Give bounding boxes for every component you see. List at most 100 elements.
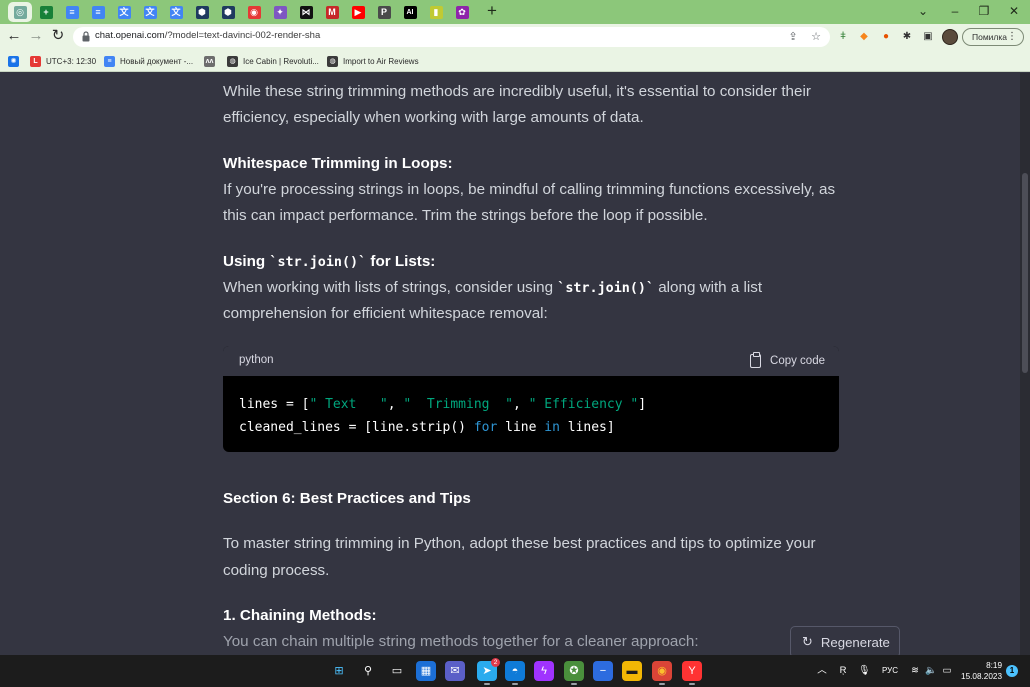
file-explorer-button[interactable]: ▬ xyxy=(622,661,642,681)
l-icon: L xyxy=(30,55,41,67)
bookmark-item[interactable]: L UTC+3: 12:30 xyxy=(30,54,96,68)
heading-whitespace-loops: Whitespace Trimming in Loops: xyxy=(223,155,453,172)
scrollbar[interactable] xyxy=(1020,73,1030,655)
browser-toolbar: ← → ↻ chat.openai.com/?model=text-davinc… xyxy=(0,24,1030,50)
menu-dots-icon[interactable]: ⋮ xyxy=(1007,29,1017,45)
dropper-icon[interactable]: ǂ xyxy=(836,30,850,44)
shield-icon: ⬢ xyxy=(221,5,235,19)
bookmark-icon-only[interactable]: ᴧᴧ xyxy=(204,54,220,68)
minus-app-button[interactable]: − xyxy=(593,661,613,681)
new-tab-button[interactable]: + xyxy=(484,2,500,19)
chrome-settings-button[interactable]: ✪ xyxy=(564,661,584,685)
browser-tab[interactable]: 文 xyxy=(112,2,136,22)
bookmark-star-icon[interactable]: ☆ xyxy=(809,30,823,44)
bookmark-label: Ice Cabin | Revoluti... xyxy=(243,56,319,66)
bookmark-item[interactable]: ≡ Новый документ -... xyxy=(104,54,193,68)
docs-icon: ≡ xyxy=(104,55,115,67)
telegram-button[interactable]: ➤ 2 xyxy=(477,658,500,685)
heading-section-6: Section 6: Best Practices and Tips xyxy=(223,490,471,507)
ext-multicolor-icon[interactable]: ● xyxy=(879,30,893,44)
tray-chevron-icon[interactable]: ︿ xyxy=(815,664,829,678)
browser-tab[interactable]: ▮ xyxy=(424,2,448,22)
docs-icon: ≡ xyxy=(65,5,79,19)
search-button[interactable]: ⚲ xyxy=(358,661,378,681)
paragraph-loops-line2: this can impact performance. Trim the st… xyxy=(223,207,708,224)
language-indicator[interactable]: РУС xyxy=(879,664,901,678)
sidepanel-icon[interactable]: ▣ xyxy=(921,30,935,44)
close-window-button[interactable]: ✕ xyxy=(1004,2,1024,20)
browser-tab[interactable]: ⬢ xyxy=(190,2,214,22)
browser-tab[interactable]: ✿ xyxy=(450,2,474,22)
browser-tab[interactable]: ◎ xyxy=(8,2,32,22)
mountain-icon: ᴧᴧ xyxy=(204,55,215,67)
sheets-icon: + xyxy=(39,5,53,19)
scrollbar-thumb[interactable] xyxy=(1022,173,1028,373)
tab-search-chevron-icon[interactable]: ⌄ xyxy=(913,2,933,20)
microphone-icon[interactable]: 🎙 xyxy=(857,664,871,678)
widgets-button[interactable]: ▦ xyxy=(416,661,436,681)
p-icon: P xyxy=(377,5,391,19)
tray-keyboard-icon[interactable]: Ŗ xyxy=(836,664,850,678)
wifi-icon[interactable]: ≋ xyxy=(908,664,922,678)
heading-chaining-methods: 1. Chaining Methods: xyxy=(223,607,377,624)
browser-tab[interactable]: 文 xyxy=(164,2,188,22)
notification-badge[interactable]: 1 xyxy=(1006,665,1018,677)
messenger-button[interactable]: ϟ xyxy=(534,661,554,681)
target-icon: ◉ xyxy=(247,5,261,19)
browser-tab[interactable]: ⬢ xyxy=(216,2,240,22)
browser-tab[interactable]: ✦ xyxy=(268,2,292,22)
restore-button[interactable]: ❐ xyxy=(974,2,994,20)
battery-icon[interactable]: ▭ xyxy=(940,664,954,678)
chrome-button[interactable]: ◉ xyxy=(652,661,672,685)
volume-icon[interactable]: 🔈 xyxy=(924,664,938,678)
clock-time: 8:19 xyxy=(986,661,1002,670)
inline-code: `str.join()` xyxy=(269,255,367,270)
minimize-button[interactable]: – xyxy=(945,2,965,20)
address-bar[interactable]: chat.openai.com/?model=text-davinci-002-… xyxy=(73,27,830,47)
chat-content: While these string trimming methods are … xyxy=(0,73,1030,655)
browser-tab[interactable]: ◉ xyxy=(242,2,266,22)
tab-strip: + ⌄ – ❐ ✕ ◎ + ≡ ≡ 文文文 ⬢ ⬢ ◉ ✦ ⋈ M ▶ P AI ▮ ✿ xyxy=(0,0,1030,24)
task-view-button[interactable]: ▭ xyxy=(387,661,407,681)
regenerate-button[interactable]: ↻ Regenerate xyxy=(790,626,900,655)
url-text: chat.openai.com/?model=text-davinci-002-… xyxy=(95,30,321,41)
puzzle-icon[interactable]: ✱ xyxy=(900,30,914,44)
clock[interactable]: 8:19 15.08.2023 xyxy=(960,660,1002,682)
translate-icon: 文 xyxy=(143,5,157,19)
browser-tab[interactable]: M xyxy=(320,2,344,22)
start-button[interactable]: ⊞ xyxy=(329,661,349,681)
translate-icon: 文 xyxy=(169,5,183,19)
profile-error-button[interactable]: Помилка ⋮ xyxy=(962,28,1024,46)
browser-tab[interactable]: ⋈ xyxy=(294,2,318,22)
refresh-icon: ↻ xyxy=(802,634,813,649)
yandex-button[interactable]: Y xyxy=(682,661,702,685)
code-language-label: python xyxy=(239,354,274,366)
browser-tab[interactable]: 文 xyxy=(138,2,162,22)
browser-tab[interactable]: AI xyxy=(398,2,422,22)
share-icon[interactable]: ⇪ xyxy=(786,30,800,44)
youtube-icon: ▶ xyxy=(351,5,365,19)
shield-icon: ⬢ xyxy=(195,5,209,19)
code-line: lines = [" Text ", " Trimming ", " Effic… xyxy=(239,397,647,412)
metamask-icon[interactable]: ◆ xyxy=(857,30,871,44)
edge-button[interactable]: ◓ xyxy=(505,661,525,685)
back-button[interactable]: ← xyxy=(6,28,22,44)
bookmark-item[interactable]: ◍ Ice Cabin | Revoluti... xyxy=(227,54,319,68)
copy-code-button[interactable]: Copy code xyxy=(750,351,825,370)
teams-chat-button[interactable]: ✉ xyxy=(445,661,465,681)
forward-button[interactable]: → xyxy=(28,28,44,44)
browser-tab[interactable]: ≡ xyxy=(60,2,84,22)
paragraph-efficiency-line1: While these string trimming methods are … xyxy=(223,83,811,100)
unread-badge: 2 xyxy=(491,658,500,667)
browser-tab[interactable]: ▶ xyxy=(346,2,370,22)
chatgpt-icon: ◎ xyxy=(13,5,27,19)
bookmark-icon-only[interactable]: ✺ xyxy=(8,54,24,68)
browser-tab[interactable]: ≡ xyxy=(86,2,110,22)
reload-button[interactable]: ↻ xyxy=(50,28,66,44)
browser-tab[interactable]: P xyxy=(372,2,396,22)
bookmark-item[interactable]: ◍ Import to Air Reviews xyxy=(327,54,419,68)
browser-tab[interactable]: + xyxy=(34,2,58,22)
profile-avatar[interactable] xyxy=(942,29,958,45)
flower-icon: ✿ xyxy=(455,5,469,19)
paragraph-join-line2: comprehension for efficient whitespace r… xyxy=(223,305,548,322)
